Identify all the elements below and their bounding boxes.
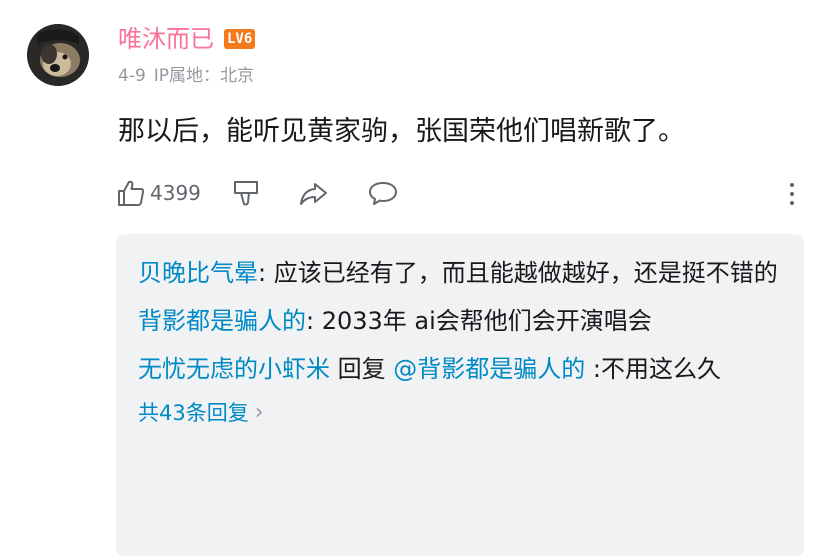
dislike-button[interactable] <box>231 178 261 208</box>
more-vertical-icon[interactable] <box>784 178 800 210</box>
like-button[interactable]: 4399 <box>116 178 201 208</box>
chevron-right-icon: › <box>254 400 264 425</box>
share-button[interactable] <box>297 178 329 208</box>
comment-icon <box>368 182 397 205</box>
like-count: 4399 <box>150 181 201 205</box>
reply-keyword: 回复 <box>330 355 394 383</box>
ip-location: IP属地：北京 <box>153 66 255 86</box>
more-dot <box>790 183 794 187</box>
view-all-replies-link[interactable]: 共43条回复 › <box>138 398 782 428</box>
thumbs-up-icon <box>118 180 145 206</box>
reply-text: 应该已经有了，而且能越做越好，还是挺不错的 <box>273 259 778 287</box>
comment-meta: 4-9 IP属地：北京 <box>118 64 254 88</box>
reply-mention[interactable]: @背影都是骗人的 <box>393 355 585 383</box>
reply-username[interactable]: 无忧无虑的小虾米 <box>138 355 330 383</box>
more-dot <box>790 192 794 196</box>
avatar-image <box>27 24 89 86</box>
comment-item: 唯沐而已 LV6 4-9 IP属地：北京 那以后，能听见黄家驹，张国荣他们唱新歌… <box>0 0 828 557</box>
share-icon <box>299 183 327 205</box>
level-badge: LV6 <box>224 29 256 49</box>
reply-separator: : <box>306 307 322 335</box>
reply-separator: : <box>585 355 601 383</box>
reply-username[interactable]: 贝晚比气晕 <box>138 259 258 287</box>
avatar[interactable] <box>27 24 89 86</box>
comment-text: 那以后，能听见黄家驹，张国荣他们唱新歌了。 <box>118 116 685 147</box>
comment-actions: 4399 <box>116 173 399 213</box>
thumbs-down-icon <box>233 181 258 206</box>
reply-text: 不用这么久 <box>600 355 721 383</box>
reply-text: 2033年 ai会帮他们会开演唱会 <box>321 307 652 335</box>
comment-date: 4-9 <box>118 66 146 86</box>
username-text[interactable]: 唯沐而已 <box>118 22 214 56</box>
reply-button[interactable] <box>367 178 399 208</box>
comment-username[interactable]: 唯沐而已 LV6 <box>118 22 256 56</box>
more-dot <box>790 201 794 205</box>
replies-panel: 贝晚比气晕: 应该已经有了，而且能越做越好，还是挺不错的 背影都是骗人的: 20… <box>116 234 804 556</box>
reply-item[interactable]: 贝晚比气晕: 应该已经有了，而且能越做越好，还是挺不错的 <box>138 254 782 292</box>
replies-total: 共43条回复 <box>138 401 249 425</box>
reply-item[interactable]: 无忧无虑的小虾米 回复 @背影都是骗人的 :不用这么久 <box>138 350 782 388</box>
reply-item[interactable]: 背影都是骗人的: 2033年 ai会帮他们会开演唱会 <box>138 302 782 340</box>
reply-separator: : <box>258 259 274 287</box>
reply-username[interactable]: 背影都是骗人的 <box>138 307 306 335</box>
